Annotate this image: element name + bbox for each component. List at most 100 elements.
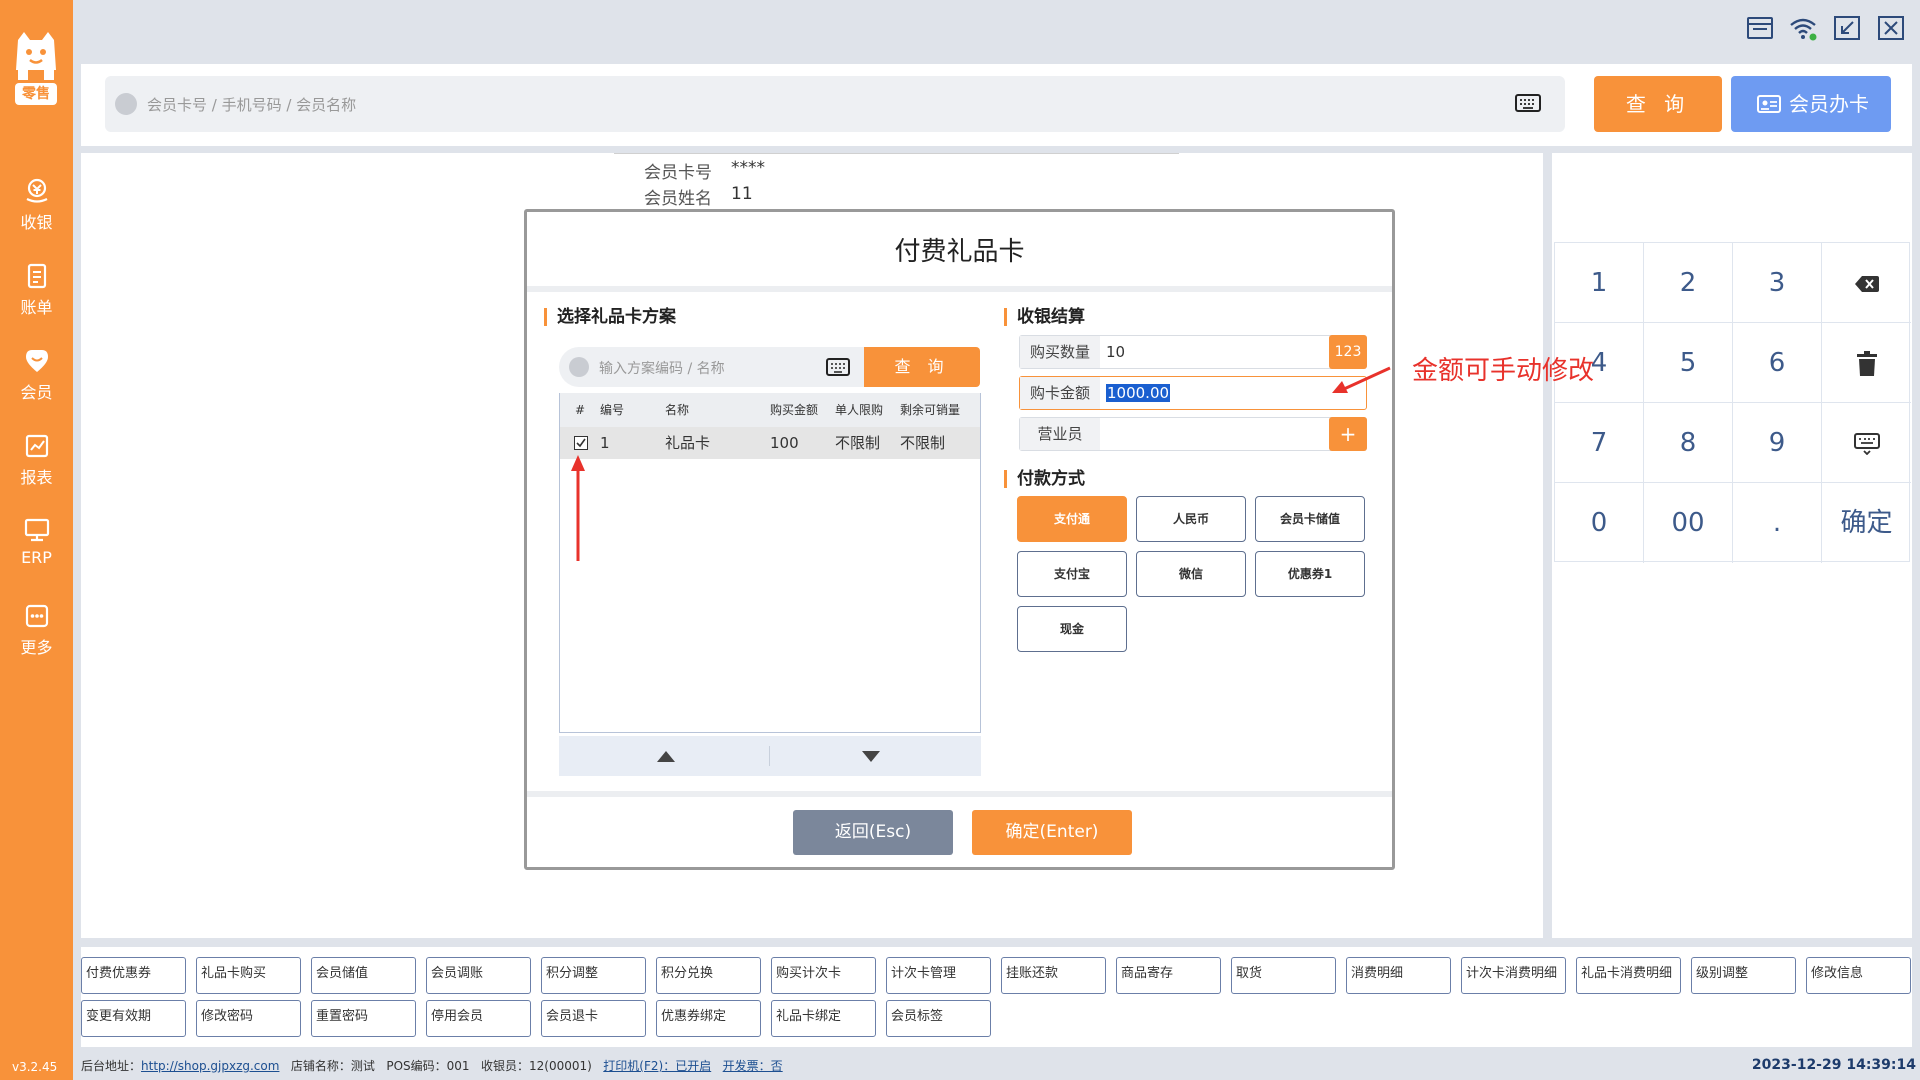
trash-icon	[1856, 350, 1877, 376]
back-button[interactable]: 返回(Esc)	[793, 810, 953, 855]
sidebar-item-cashier[interactable]: 收银	[0, 177, 73, 233]
numpad-panel: 1 2 3 4 5 6 7 8 9 0 00 . 确定	[1552, 153, 1912, 938]
func-button[interactable]: 会员储值	[311, 957, 416, 994]
sidebar-item-member[interactable]: 会员	[0, 347, 73, 403]
id-card-icon	[1757, 95, 1781, 113]
pay-method-button[interactable]: 支付宝	[1017, 551, 1127, 597]
table-row[interactable]: 1 礼品卡 100 不限制 不限制	[560, 427, 980, 459]
sidebar-item-report[interactable]: 报表	[0, 432, 73, 488]
sidebar-item-erp[interactable]: ERP	[0, 516, 73, 567]
key-2[interactable]: 2	[1644, 243, 1733, 323]
key-0[interactable]: 0	[1555, 483, 1644, 563]
key-3[interactable]: 3	[1733, 243, 1822, 323]
cashier-info: 收银员：12(00001)	[481, 1059, 592, 1073]
minimize-icon[interactable]	[1832, 14, 1862, 42]
col-header: 编号	[600, 403, 625, 417]
func-button[interactable]: 修改信息	[1806, 957, 1911, 994]
printer-status[interactable]: 打印机(F2)：已开启	[603, 1059, 711, 1073]
qty-numpad-button[interactable]: 123	[1329, 335, 1367, 369]
func-button[interactable]: 付费优惠券	[81, 957, 186, 994]
key-keyboard[interactable]	[1822, 403, 1911, 483]
store-icon[interactable]	[1745, 14, 1775, 42]
key-7[interactable]: 7	[1555, 403, 1644, 483]
pay-method-button[interactable]: 人民币	[1136, 496, 1246, 542]
sidebar: 零售 收银 账单 会员 报表 ERP 更多 v3.2.45	[0, 0, 73, 1080]
key-1[interactable]: 1	[1555, 243, 1644, 323]
func-button[interactable]: 礼品卡绑定	[771, 1000, 876, 1037]
wifi-icon[interactable]	[1788, 14, 1818, 42]
confirm-button[interactable]: 确定(Enter)	[972, 810, 1132, 855]
amount-label: 购卡金额	[1020, 377, 1100, 409]
func-button[interactable]: 消费明细	[1346, 957, 1451, 994]
key-confirm[interactable]: 确定	[1822, 483, 1911, 563]
keyboard-icon[interactable]	[1515, 93, 1541, 113]
func-button[interactable]: 重置密码	[311, 1000, 416, 1037]
search-placeholder: 会员卡号 / 手机号码 / 会员名称	[147, 96, 357, 114]
func-button[interactable]: 修改密码	[196, 1000, 301, 1037]
pay-method-button[interactable]: 会员卡储值	[1255, 496, 1365, 542]
func-button[interactable]: 礼品卡购买	[196, 957, 301, 994]
amount-field[interactable]: 购卡金额 1000.00	[1019, 376, 1367, 410]
func-button[interactable]: 计次卡消费明细	[1461, 957, 1566, 994]
member-card-button[interactable]: 会员办卡	[1731, 76, 1891, 132]
gift-card-modal: 付费礼品卡 选择礼品卡方案 输入方案编码 / 名称 查 询 # 编号 名称 购买…	[524, 209, 1395, 870]
func-button[interactable]: 购买计次卡	[771, 957, 876, 994]
key-6[interactable]: 6	[1733, 323, 1822, 403]
card-no-value: ****	[731, 158, 765, 178]
search-icon	[115, 93, 137, 115]
func-button[interactable]: 停用会员	[426, 1000, 531, 1037]
key-9[interactable]: 9	[1733, 403, 1822, 483]
sidebar-item-more[interactable]: 更多	[0, 602, 73, 658]
func-button[interactable]: 优惠券绑定	[656, 1000, 761, 1037]
key-5[interactable]: 5	[1644, 323, 1733, 403]
datetime: 2023-12-29 14:39:14	[1751, 1057, 1916, 1073]
backend-link[interactable]: http://shop.gjpxzg.com	[141, 1059, 279, 1073]
func-button[interactable]: 会员退卡	[541, 1000, 646, 1037]
func-button[interactable]: 变更有效期	[81, 1000, 186, 1037]
key-8[interactable]: 8	[1644, 403, 1733, 483]
key-dot[interactable]: .	[1733, 483, 1822, 563]
add-clerk-button[interactable]: +	[1329, 417, 1367, 451]
pager-divider	[769, 746, 770, 766]
query-button[interactable]: 查 询	[1594, 76, 1722, 132]
func-button[interactable]: 挂账还款	[1001, 957, 1106, 994]
cell-name: 礼品卡	[665, 434, 711, 452]
sidebar-item-bill[interactable]: 账单	[0, 262, 73, 318]
page-down-icon[interactable]	[862, 751, 880, 762]
key-clear[interactable]	[1822, 323, 1911, 403]
func-button[interactable]: 礼品卡消费明细	[1576, 957, 1681, 994]
member-search-input[interactable]: 会员卡号 / 手机号码 / 会员名称	[105, 76, 1565, 132]
func-button[interactable]: 积分调整	[541, 957, 646, 994]
func-button[interactable]: 会员标签	[886, 1000, 991, 1037]
func-button[interactable]: 计次卡管理	[886, 957, 991, 994]
key-00[interactable]: 00	[1644, 483, 1733, 563]
member-card-label: 会员办卡	[1789, 92, 1869, 116]
pay-method-button[interactable]: 微信	[1136, 551, 1246, 597]
member-name-label: 会员姓名	[644, 189, 712, 209]
func-button[interactable]: 会员调账	[426, 957, 531, 994]
qty-field[interactable]: 购买数量 10 123	[1019, 335, 1367, 369]
cell-limit: 不限制	[835, 434, 881, 452]
invoice-status[interactable]: 开发票：否	[723, 1059, 783, 1073]
page-up-icon[interactable]	[657, 751, 675, 762]
checkbox-checked-icon[interactable]	[574, 436, 588, 450]
clerk-field[interactable]: 营业员 +	[1019, 417, 1367, 451]
annotation-text: 金额可手动修改	[1412, 356, 1595, 386]
func-button[interactable]: 积分兑换	[656, 957, 761, 994]
pay-method-button[interactable]: 优惠券1	[1255, 551, 1365, 597]
func-button[interactable]: 级别调整	[1691, 957, 1796, 994]
cashier-icon	[26, 178, 47, 203]
section-title-payment: 付款方式	[1004, 470, 1085, 488]
sidebar-item-label: 更多	[20, 638, 53, 657]
pay-method-button[interactable]: 支付通	[1017, 496, 1127, 542]
key-backspace[interactable]	[1822, 243, 1911, 323]
keyboard-icon[interactable]	[826, 358, 850, 376]
plan-query-button[interactable]: 查 询	[864, 347, 980, 387]
close-icon[interactable]	[1876, 14, 1906, 42]
sidebar-item-label: 会员	[20, 383, 53, 402]
plan-search-input[interactable]: 输入方案编码 / 名称	[559, 347, 864, 387]
func-button[interactable]: 商品寄存	[1116, 957, 1221, 994]
pay-method-button[interactable]: 现金	[1017, 606, 1127, 652]
cell-id: 1	[600, 434, 610, 452]
func-button[interactable]: 取货	[1231, 957, 1336, 994]
